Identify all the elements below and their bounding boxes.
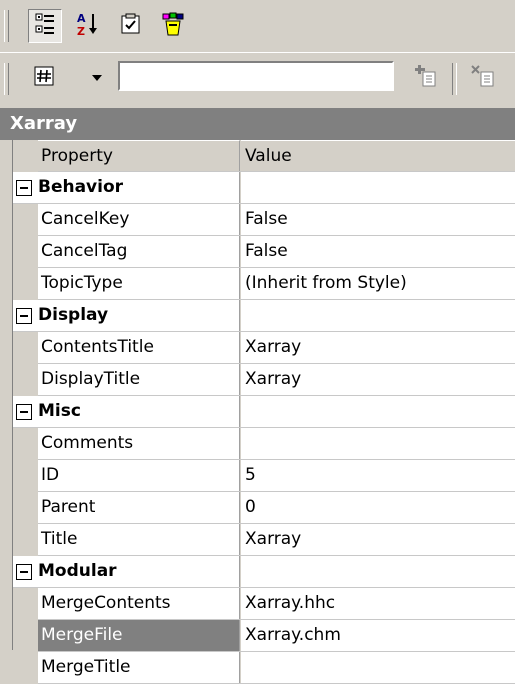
property-name[interactable]: MergeFile (38, 620, 240, 651)
category-row[interactable]: Behavior (12, 172, 515, 204)
toolbar-grip[interactable] (4, 63, 9, 95)
collapse-icon[interactable] (16, 308, 32, 324)
property-value[interactable]: Xarray (241, 364, 515, 395)
topic-id-button[interactable] (28, 61, 60, 95)
property-value[interactable]: Xarray.chm (241, 620, 515, 651)
remove-item-icon (470, 64, 498, 93)
object-name-bar: Xarray (0, 108, 515, 140)
toolbar-separator (452, 63, 457, 95)
add-item-button[interactable] (406, 61, 446, 95)
grid-header: Property Value (12, 140, 515, 172)
property-column-header[interactable]: Property (38, 140, 240, 171)
property-pages-icon (120, 13, 142, 40)
property-row[interactable]: CancelKey False (12, 204, 515, 236)
grid-left-edge (12, 140, 13, 650)
property-name[interactable]: MergeContents (38, 588, 240, 619)
property-row[interactable]: DisplayTitle Xarray (12, 364, 515, 396)
property-name[interactable]: ID (38, 460, 240, 491)
property-name[interactable]: Title (38, 524, 240, 555)
topic-toolbar (0, 53, 515, 107)
property-name[interactable]: ContentsTitle (38, 332, 240, 363)
category-label: Behavior (12, 172, 240, 203)
property-row[interactable]: MergeContents Xarray.hhc (12, 588, 515, 620)
add-item-icon (412, 64, 440, 93)
property-value[interactable] (241, 652, 515, 683)
category-value-cell (241, 396, 515, 427)
property-name[interactable]: MergeTitle (38, 652, 240, 683)
property-value[interactable]: False (241, 236, 515, 267)
toolbar-grip[interactable] (4, 10, 9, 42)
property-value[interactable]: Xarray.hhc (241, 588, 515, 619)
property-row[interactable]: TopicType (Inherit from Style) (12, 268, 515, 300)
category-value-cell (241, 172, 515, 203)
property-name[interactable]: TopicType (38, 268, 240, 299)
property-name[interactable]: DisplayTitle (38, 364, 240, 395)
property-pages-button[interactable] (114, 9, 148, 43)
collapse-icon[interactable] (16, 564, 32, 580)
property-name[interactable]: Comments (38, 428, 240, 459)
property-grid: Property Value Behavior CancelKey False Can… (12, 140, 515, 684)
svg-text:A: A (77, 12, 86, 25)
topic-id-icon (33, 65, 55, 92)
property-name[interactable]: CancelKey (38, 204, 240, 235)
chevron-down-icon (91, 68, 103, 88)
category-label: Modular (12, 556, 240, 587)
events-icon (160, 11, 186, 42)
property-value[interactable]: Xarray (241, 524, 515, 555)
category-label: Display (12, 300, 240, 331)
categorized-icon (33, 12, 57, 41)
category-label: Misc (12, 396, 240, 427)
property-value[interactable]: 0 (241, 492, 515, 523)
category-value-cell (241, 556, 515, 587)
collapse-icon[interactable] (16, 404, 32, 420)
remove-item-button[interactable] (464, 61, 504, 95)
property-row[interactable]: CancelTag False (12, 236, 515, 268)
category-value-cell (241, 300, 515, 331)
property-name[interactable]: Parent (38, 492, 240, 523)
property-row[interactable]: MergeFile Xarray.chm (12, 620, 515, 652)
category-row[interactable]: Display (12, 300, 515, 332)
category-row[interactable]: Modular (12, 556, 515, 588)
topic-search-input[interactable] (118, 61, 394, 91)
property-row[interactable]: Parent 0 (12, 492, 515, 524)
svg-text:Z: Z (77, 25, 85, 37)
property-value[interactable]: 5 (241, 460, 515, 491)
view-toolbar: A Z (0, 0, 515, 53)
property-value[interactable]: Xarray (241, 332, 515, 363)
property-row[interactable]: MergeTitle (12, 652, 515, 684)
alphabetical-icon: A Z (76, 11, 102, 42)
category-row[interactable]: Misc (12, 396, 515, 428)
collapse-icon[interactable] (16, 180, 32, 196)
property-value[interactable] (241, 428, 515, 459)
property-row[interactable]: Comments (12, 428, 515, 460)
property-row[interactable]: ContentsTitle Xarray (12, 332, 515, 364)
property-name[interactable]: CancelTag (38, 236, 240, 267)
categorized-button[interactable] (28, 9, 62, 43)
topic-dropdown-button[interactable] (82, 61, 112, 95)
property-row[interactable]: Title Xarray (12, 524, 515, 556)
value-column-header[interactable]: Value (241, 140, 515, 171)
alphabetical-button[interactable]: A Z (72, 9, 106, 43)
property-row[interactable]: ID 5 (12, 460, 515, 492)
property-value[interactable]: False (241, 204, 515, 235)
property-value[interactable]: (Inherit from Style) (241, 268, 515, 299)
events-button[interactable] (156, 9, 190, 43)
